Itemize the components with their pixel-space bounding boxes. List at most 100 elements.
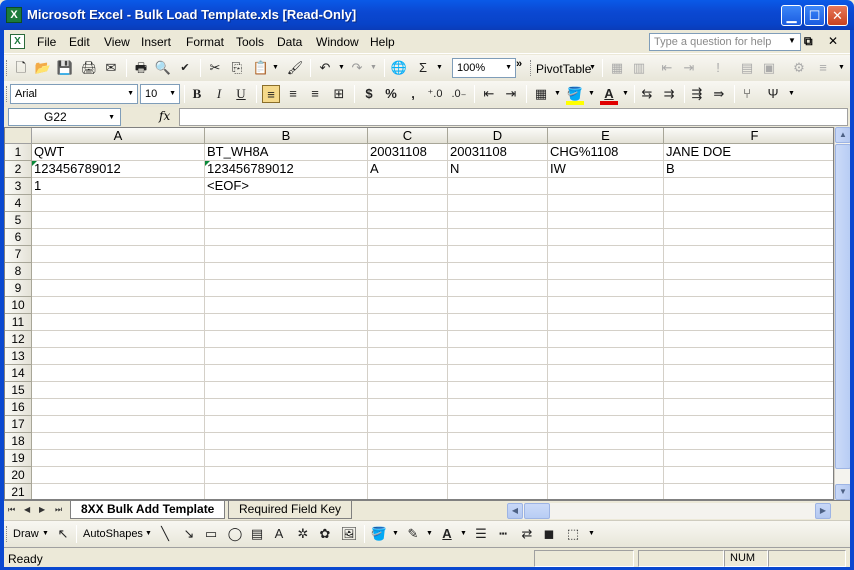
- text-box-icon[interactable]: ▤: [248, 525, 266, 543]
- bold-icon[interactable]: B: [188, 85, 206, 103]
- pivot-hide-detail-icon[interactable]: ⇤: [658, 59, 676, 77]
- row-header-14[interactable]: 14: [5, 365, 32, 382]
- cell-e12[interactable]: [548, 331, 664, 348]
- cell-c21[interactable]: [368, 484, 448, 499]
- cell-a4[interactable]: [32, 195, 205, 212]
- cell-b17[interactable]: [205, 416, 368, 433]
- align-center-icon[interactable]: ≡: [284, 85, 302, 103]
- ask-question-box[interactable]: Type a question for help: [649, 33, 801, 51]
- cell-c20[interactable]: [368, 467, 448, 484]
- menu-file[interactable]: File: [37, 35, 56, 49]
- cell-b3[interactable]: <EOF>: [205, 178, 368, 195]
- menu-data[interactable]: Data: [277, 35, 302, 49]
- cell-a9[interactable]: [32, 280, 205, 297]
- cell-e4[interactable]: [548, 195, 664, 212]
- cell-a6[interactable]: [32, 229, 205, 246]
- cell-a1[interactable]: QWT: [32, 144, 205, 161]
- cell-a18[interactable]: [32, 433, 205, 450]
- align-right-icon[interactable]: ≡: [306, 85, 324, 103]
- cell-f14[interactable]: [664, 365, 833, 382]
- currency-icon[interactable]: $: [360, 85, 378, 103]
- permission-icon[interactable]: 🖨: [80, 59, 98, 77]
- cell-a3[interactable]: 1: [32, 178, 205, 195]
- merge-center-icon[interactable]: ⊞: [330, 85, 348, 103]
- cell-d15[interactable]: [448, 382, 548, 399]
- cell-c17[interactable]: [368, 416, 448, 433]
- cell-e1[interactable]: CHG%1108: [548, 144, 664, 161]
- cell-e6[interactable]: [548, 229, 664, 246]
- cell-d12[interactable]: [448, 331, 548, 348]
- row-header-19[interactable]: 19: [5, 450, 32, 467]
- column-header-c[interactable]: C: [368, 128, 448, 144]
- draw-menu-button[interactable]: Draw: [13, 528, 39, 540]
- cell-c1[interactable]: 20031108: [368, 144, 448, 161]
- cell-e14[interactable]: [548, 365, 664, 382]
- cell-e20[interactable]: [548, 467, 664, 484]
- vertical-scrollbar[interactable]: ▲ ▼: [834, 127, 851, 500]
- cell-d2[interactable]: N: [448, 161, 548, 178]
- italic-icon[interactable]: I: [210, 85, 228, 103]
- cell-a10[interactable]: [32, 297, 205, 314]
- cell-f4[interactable]: [664, 195, 833, 212]
- cell-d10[interactable]: [448, 297, 548, 314]
- redo-icon[interactable]: ↷: [348, 59, 366, 77]
- cell-c11[interactable]: [368, 314, 448, 331]
- menu-edit[interactable]: Edit: [69, 35, 90, 49]
- select-all-corner[interactable]: [5, 128, 32, 144]
- worksheet-grid[interactable]: A B C D E F 1 QWT BT_WH8A 20031108 20031108 CHG%110…: [4, 127, 834, 500]
- cell-c4[interactable]: [368, 195, 448, 212]
- cell-e2[interactable]: IW: [548, 161, 664, 178]
- cell-e21[interactable]: [548, 484, 664, 499]
- cell-f2[interactable]: B: [664, 161, 833, 178]
- line-color-dropdown-icon[interactable]: ▼: [426, 530, 433, 537]
- row-header-16[interactable]: 16: [5, 399, 32, 416]
- cell-e13[interactable]: [548, 348, 664, 365]
- dash-style-icon[interactable]: ┅: [494, 525, 512, 543]
- open-folder-icon[interactable]: 📂: [34, 59, 52, 77]
- cell-e3[interactable]: [548, 178, 664, 195]
- formula-input[interactable]: [179, 108, 848, 126]
- row-header-6[interactable]: 6: [5, 229, 32, 246]
- cell-d21[interactable]: [448, 484, 548, 499]
- doc-restore-icon[interactable]: ⧉: [804, 34, 813, 49]
- pivot-refresh-icon[interactable]: !: [709, 59, 727, 77]
- cell-f10[interactable]: [664, 297, 833, 314]
- cell-c10[interactable]: [368, 297, 448, 314]
- oval-icon[interactable]: ◯: [226, 525, 244, 543]
- cell-f17[interactable]: [664, 416, 833, 433]
- row-header-13[interactable]: 13: [5, 348, 32, 365]
- cell-b20[interactable]: [205, 467, 368, 484]
- cell-e9[interactable]: [548, 280, 664, 297]
- decrease-indent-icon[interactable]: ⇤: [480, 85, 498, 103]
- insert-picture-icon[interactable]: 🖼: [340, 525, 358, 543]
- cell-f9[interactable]: [664, 280, 833, 297]
- sheet-tab-required-field-key[interactable]: Required Field Key: [228, 501, 353, 519]
- close-button[interactable]: ✕: [827, 5, 848, 26]
- email-icon[interactable]: ✉: [102, 59, 120, 77]
- cell-a17[interactable]: [32, 416, 205, 433]
- cell-b19[interactable]: [205, 450, 368, 467]
- toolbar-options-icon[interactable]: »: [516, 58, 522, 70]
- cell-a15[interactable]: [32, 382, 205, 399]
- last-sheet-icon[interactable]: ⏭: [55, 505, 62, 515]
- paste-dropdown-icon[interactable]: ▼: [272, 64, 279, 71]
- cell-b4[interactable]: [205, 195, 368, 212]
- toolbar-overflow-icon[interactable]: ▼: [788, 90, 795, 97]
- cell-e5[interactable]: [548, 212, 664, 229]
- sheet-tab-bulk-add[interactable]: 8XX Bulk Add Template: [70, 501, 226, 519]
- cell-d4[interactable]: [448, 195, 548, 212]
- cell-d18[interactable]: [448, 433, 548, 450]
- scroll-right-button[interactable]: ▶: [815, 503, 831, 519]
- cell-f16[interactable]: [664, 399, 833, 416]
- cell-b16[interactable]: [205, 399, 368, 416]
- cell-b10[interactable]: [205, 297, 368, 314]
- row-header-7[interactable]: 7: [5, 246, 32, 263]
- autoshapes-menu-button[interactable]: AutoShapes: [83, 528, 143, 540]
- cell-e18[interactable]: [548, 433, 664, 450]
- column-header-d[interactable]: D: [448, 128, 548, 144]
- scroll-up-button[interactable]: ▲: [835, 127, 851, 143]
- line-style-icon[interactable]: ☰: [472, 525, 490, 543]
- cell-e16[interactable]: [548, 399, 664, 416]
- autosum-icon[interactable]: Σ: [414, 59, 432, 77]
- cell-e10[interactable]: [548, 297, 664, 314]
